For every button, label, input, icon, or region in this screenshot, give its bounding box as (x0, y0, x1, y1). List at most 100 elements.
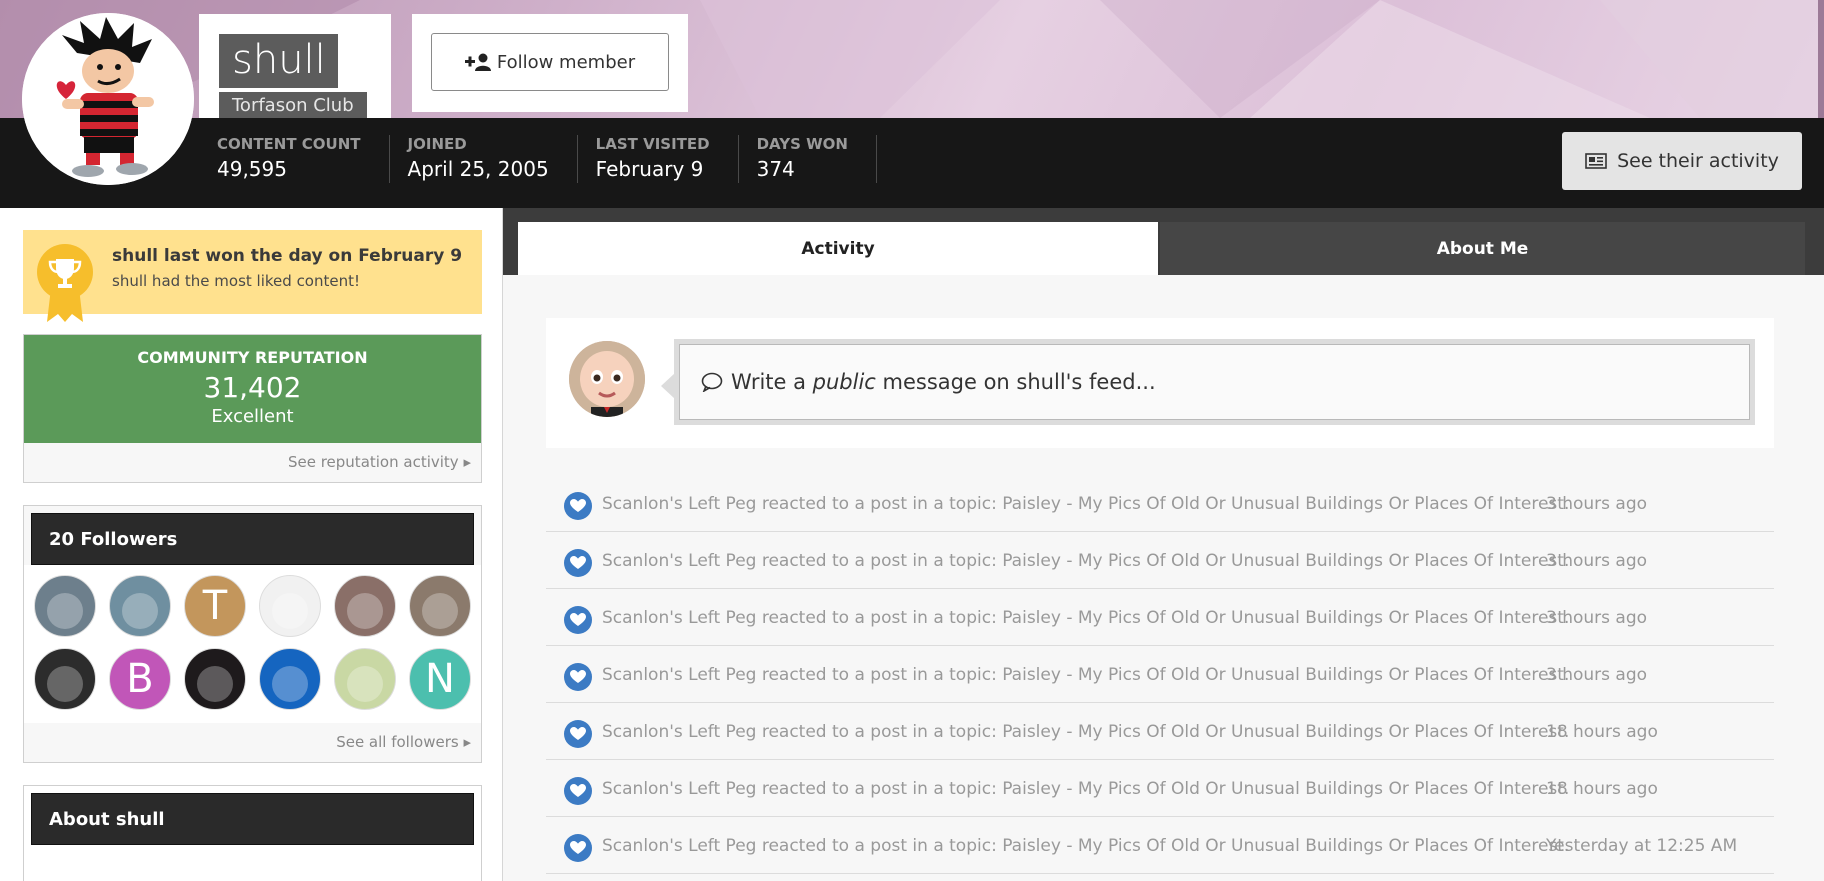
day-won-title: shull last won the day on February 9 (112, 246, 463, 266)
username-box: shull Torfason Club (199, 14, 391, 118)
activity-item[interactable]: Scanlon's Left Peg reacted to a post in … (546, 646, 1774, 703)
followers-heading: 20 Followers (31, 513, 474, 565)
see-reputation-activity-link[interactable]: See reputation activity ▸ (288, 453, 471, 471)
status-composer: Write a public message on shull's feed..… (546, 318, 1774, 448)
profile-avatar[interactable] (22, 13, 194, 185)
activity-time: 18 hours ago (1546, 722, 1658, 742)
profile-username: shull (219, 34, 338, 88)
follower-photo (122, 593, 158, 629)
stat-last-visited: LAST VISITED February 9 (578, 135, 739, 183)
activity-feed: Scanlon's Left Peg reacted to a post in … (546, 475, 1774, 874)
public-message-input[interactable]: Write a public message on shull's feed..… (679, 344, 1750, 420)
stat-joined: JOINED April 25, 2005 (390, 135, 578, 183)
followers-widget: 20 Followers TB N See all followers ▸ (23, 505, 482, 763)
activity-item[interactable]: Scanlon's Left Peg reacted to a post in … (546, 532, 1774, 589)
activity-item[interactable]: Scanlon's Left Peg reacted to a post in … (546, 703, 1774, 760)
activity-text[interactable]: Scanlon's Left Peg reacted to a post in … (602, 551, 1569, 571)
reputation-level: Excellent (211, 406, 294, 427)
stat-label: DAYS WON (756, 135, 848, 153)
follower-photo (47, 593, 83, 629)
current-user-avatar[interactable] (569, 341, 645, 417)
public-message-field[interactable]: Write a public message on shull's feed..… (674, 339, 1755, 425)
activity-item[interactable]: Scanlon's Left Peg reacted to a post in … (546, 589, 1774, 646)
stat-label: JOINED (407, 135, 467, 153)
see-their-activity-button[interactable]: See their activity (1562, 132, 1802, 190)
reputation-value: 31,402 (203, 371, 302, 404)
reputation-panel: COMMUNITY REPUTATION 31,402 Excellent (24, 335, 481, 443)
cover-edge (1818, 0, 1824, 118)
composer-placeholder: Write a public message on shull's feed..… (731, 370, 1156, 394)
activity-item[interactable]: Scanlon's Left Peg reacted to a post in … (546, 817, 1774, 874)
activity-text[interactable]: Scanlon's Left Peg reacted to a post in … (602, 779, 1569, 799)
activity-time: 3 hours ago (1546, 665, 1648, 685)
newspaper-icon (1585, 153, 1607, 169)
follower-photo (272, 666, 308, 702)
profile-content: Activity About Me Write a public message… (503, 208, 1824, 881)
heart-reaction-icon (564, 777, 592, 805)
activity-text[interactable]: Scanlon's Left Peg reacted to a post in … (602, 608, 1569, 628)
see-all-followers-link[interactable]: See all followers ▸ (336, 733, 471, 751)
follower-avatar[interactable]: T (184, 575, 246, 637)
follower-avatar[interactable] (334, 575, 396, 637)
composer-prefix: Write a (731, 370, 813, 394)
tab-activity[interactable]: Activity (518, 222, 1158, 275)
follower-avatar[interactable] (34, 648, 96, 710)
profile-member-group: Torfason Club (219, 92, 367, 118)
follower-avatar[interactable] (34, 575, 96, 637)
activity-item[interactable]: Scanlon's Left Peg reacted to a post in … (546, 760, 1774, 817)
tabs-edge (1805, 222, 1824, 275)
see-all-followers-label: See all followers (336, 733, 459, 751)
followers-grid: TB N (24, 565, 481, 723)
day-won-subtitle: shull had the most liked content! (112, 272, 361, 290)
activity-time: 3 hours ago (1546, 494, 1648, 514)
user-plus-icon (464, 53, 491, 71)
follower-avatar[interactable] (259, 648, 321, 710)
activity-text[interactable]: Scanlon's Left Peg reacted to a post in … (602, 722, 1569, 742)
heart-reaction-icon (564, 492, 592, 520)
activity-item[interactable]: Scanlon's Left Peg reacted to a post in … (546, 475, 1774, 532)
follower-photo (347, 666, 383, 702)
heart-reaction-icon (564, 720, 592, 748)
activity-time: 3 hours ago (1546, 608, 1648, 628)
avatar-baby-image (569, 341, 645, 417)
follower-avatar[interactable] (259, 575, 321, 637)
stat-content-count: CONTENT COUNT 49,595 (199, 135, 390, 183)
caret-right-icon: ▸ (463, 453, 471, 471)
about-widget: About shull (23, 785, 482, 881)
see-their-activity-label: See their activity (1617, 150, 1779, 172)
composer-emphasis: public (812, 370, 876, 394)
stat-value: February 9 (595, 157, 704, 181)
caret-right-icon: ▸ (463, 733, 471, 751)
follower-avatar[interactable]: N (409, 648, 471, 710)
follower-avatar[interactable] (334, 648, 396, 710)
stat-value: April 25, 2005 (407, 157, 549, 181)
follower-avatar[interactable] (409, 575, 471, 637)
profile-stats: CONTENT COUNT 49,595 JOINED April 25, 20… (199, 135, 877, 183)
heart-reaction-icon (564, 549, 592, 577)
follower-avatar[interactable] (109, 575, 171, 637)
reputation-label: COMMUNITY REPUTATION (137, 348, 368, 367)
profile-sidebar: shull last won the day on February 9 shu… (0, 208, 503, 881)
activity-time: Yesterday at 12:25 AM (1546, 836, 1738, 856)
activity-text[interactable]: Scanlon's Left Peg reacted to a post in … (602, 665, 1569, 685)
follower-photo (347, 593, 383, 629)
activity-text[interactable]: Scanlon's Left Peg reacted to a post in … (602, 494, 1569, 514)
follower-avatar[interactable]: B (109, 648, 171, 710)
activity-time: 3 hours ago (1546, 551, 1648, 571)
follow-box: Follow member (412, 14, 688, 112)
tab-about-me[interactable]: About Me (1160, 222, 1805, 275)
follower-avatar[interactable] (184, 648, 246, 710)
ribbon-icon (47, 288, 83, 322)
heart-reaction-icon (564, 834, 592, 862)
stat-days-won: DAYS WON 374 (739, 135, 877, 183)
follower-photo (47, 666, 83, 702)
stat-value: 49,595 (217, 157, 287, 181)
comment-icon (701, 372, 723, 392)
follower-photo (422, 593, 458, 629)
stat-label: CONTENT COUNT (217, 135, 361, 153)
activity-panel: Write a public message on shull's feed..… (503, 275, 1824, 881)
follow-member-button[interactable]: Follow member (431, 33, 669, 91)
profile-tabs: Activity About Me (503, 208, 1824, 275)
activity-text[interactable]: Scanlon's Left Peg reacted to a post in … (602, 836, 1569, 856)
composer-suffix: message on shull's feed... (875, 370, 1156, 394)
